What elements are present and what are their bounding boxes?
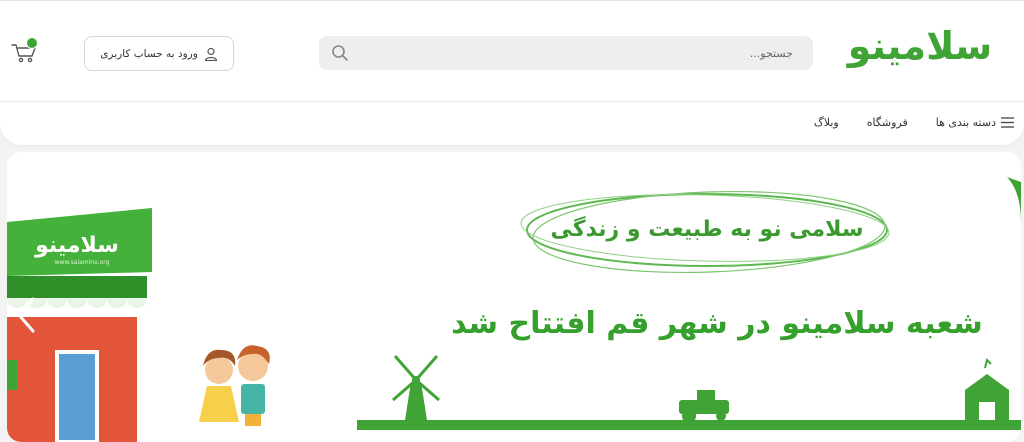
nav-label-categories: دسته بندی ها xyxy=(935,115,996,129)
chevron-left-icon[interactable] xyxy=(15,297,39,333)
nav-label-blog: وبلاگ xyxy=(813,115,839,129)
nav-item-shop[interactable]: فروشگاه xyxy=(867,116,908,129)
hero-banner[interactable]: سلامینو www.salamino.org سلامی نو به طبی… xyxy=(7,152,1021,442)
barn-icon xyxy=(965,358,1009,420)
nav-item-blog[interactable]: وبلاگ xyxy=(814,116,839,129)
banner-slogan: سلامی نو به طبیعت و زندگی xyxy=(550,217,864,242)
search-bar xyxy=(319,36,813,70)
logo[interactable]: سلامینو xyxy=(840,15,1000,75)
search-input[interactable] xyxy=(359,36,799,70)
menu-icon xyxy=(1001,116,1014,128)
user-icon xyxy=(204,47,217,61)
search-icon[interactable] xyxy=(331,44,349,62)
site-header: سلامینو ورود به حساب کاربری xyxy=(0,0,1024,145)
banner-headline: شعبه سلامینو در شهر قم افتتاح شد xyxy=(451,306,983,341)
cart-button[interactable] xyxy=(10,37,40,65)
login-label: ورود به حساب کاربری xyxy=(100,47,198,60)
main-nav: دسته بندی ها فروشگاه وبلاگ xyxy=(814,113,1014,131)
login-button[interactable]: ورود به حساب کاربری xyxy=(84,36,234,71)
nav-label-shop: فروشگاه xyxy=(866,115,908,129)
logo-image: سلامینو xyxy=(846,24,993,68)
tractor-icon xyxy=(679,390,729,423)
svg-text:سلامینو: سلامینو xyxy=(846,24,993,68)
cart-badge xyxy=(26,37,38,49)
header-divider xyxy=(0,101,1024,102)
nav-item-categories[interactable]: دسته بندی ها xyxy=(936,116,1014,129)
svg-text:سلامینو: سلامینو xyxy=(34,233,119,258)
windmill-icon xyxy=(392,355,440,420)
children-illustration xyxy=(199,345,270,426)
svg-text:www.salamino.org: www.salamino.org xyxy=(55,259,110,266)
banner-illustration: سلامینو www.salamino.org xyxy=(7,177,1021,442)
